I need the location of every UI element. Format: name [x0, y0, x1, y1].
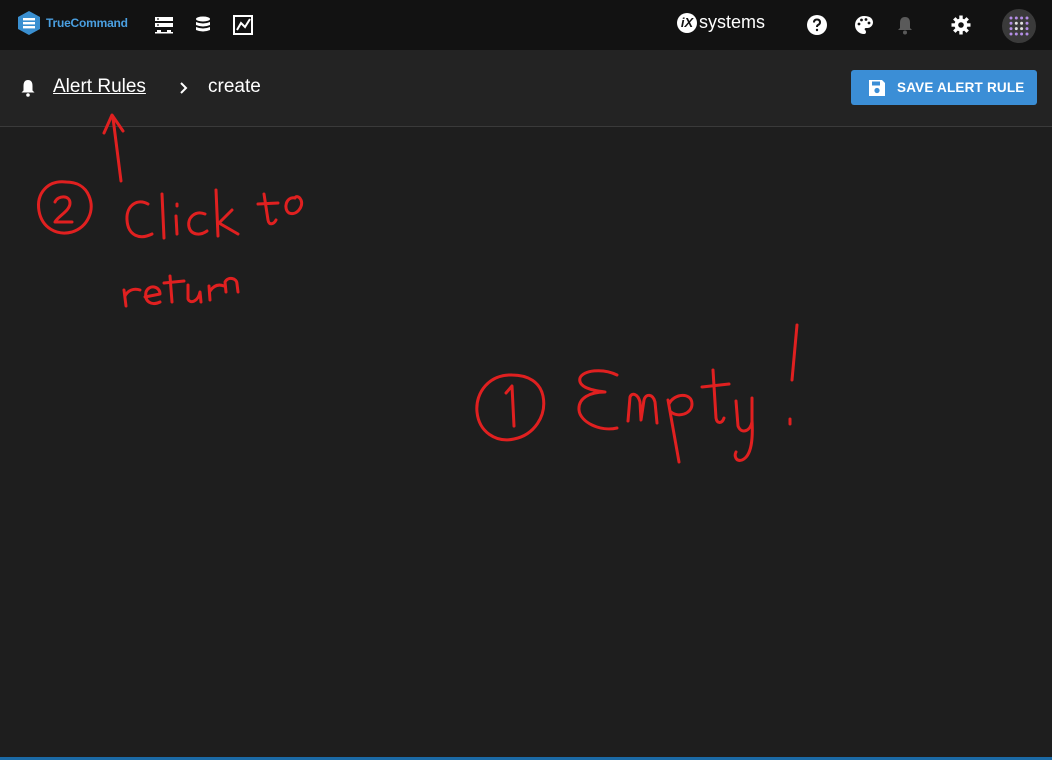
avatar-pattern-icon [1009, 16, 1029, 36]
app-name: TrueCommand [46, 16, 128, 30]
brand-badge: iX [677, 12, 697, 33]
main-content-empty [0, 127, 1052, 757]
help-icon[interactable] [806, 14, 828, 36]
gear-icon[interactable] [950, 14, 972, 36]
database-icon[interactable] [192, 14, 214, 36]
save-button-label: SAVE ALERT RULE [897, 80, 1025, 95]
palette-icon[interactable] [853, 14, 875, 36]
save-alert-rule-button[interactable]: SAVE ALERT RULE [851, 70, 1037, 105]
bell-icon [21, 80, 35, 97]
chart-icon[interactable] [232, 14, 254, 36]
servers-icon[interactable] [153, 14, 175, 36]
brand-text: systems [699, 12, 766, 32]
ixsystems-logo[interactable]: iX systems [677, 12, 765, 33]
chevron-right-icon [180, 82, 188, 94]
avatar[interactable] [1002, 9, 1036, 43]
page-header: Alert Rules create SAVE ALERT RULE [0, 50, 1052, 127]
save-icon [869, 79, 885, 96]
breadcrumb-alert-rules-link[interactable]: Alert Rules [53, 76, 146, 98]
truecommand-logo-icon [18, 11, 40, 35]
bell-icon[interactable] [894, 14, 916, 36]
breadcrumb-current: create [208, 76, 261, 97]
app-logo[interactable]: TrueCommand [16, 10, 128, 36]
top-navbar: TrueCommand iX systems [0, 0, 1052, 51]
